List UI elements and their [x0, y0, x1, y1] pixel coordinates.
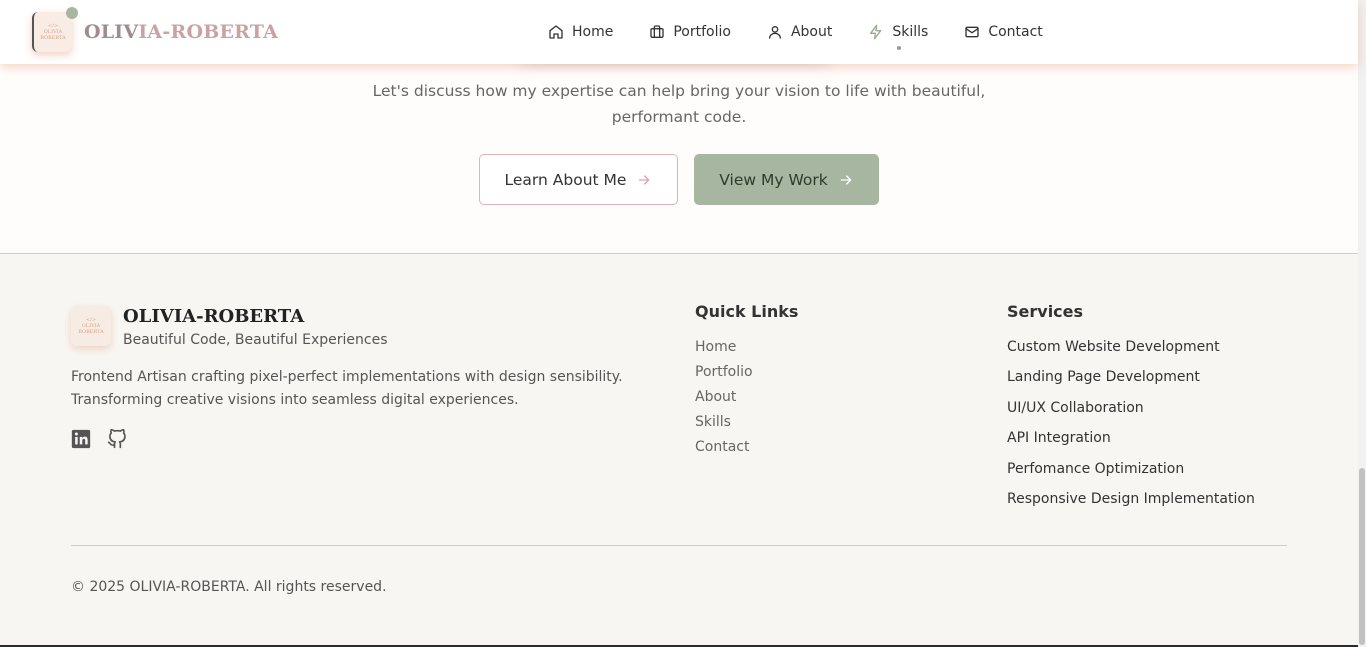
linkedin-icon[interactable] — [71, 429, 91, 449]
brand-name-part-a: OLIV — [84, 21, 139, 43]
nav-label-contact: Contact — [988, 24, 1043, 40]
service-item[interactable]: Landing Page Development — [1007, 362, 1255, 392]
footer-services: Services Custom Website Development Land… — [1007, 302, 1255, 514]
user-icon — [768, 26, 781, 39]
badge-line-2: ROBERTA — [40, 35, 66, 41]
service-item[interactable]: Custom Website Development — [1007, 332, 1255, 362]
learn-about-me-button[interactable]: Learn About Me — [479, 154, 678, 205]
main-nav: Home Portfolio About Skills Contact — [548, 18, 1043, 50]
cta-section: Let's discuss how my expertise can help … — [0, 38, 1358, 253]
footer-description-line-1: Frontend Artisan crafting pixel-perfect … — [71, 369, 623, 385]
nav-item-about[interactable]: About — [767, 18, 832, 46]
page: </> OLIVIA ROBERTA OLIVIA-ROBERTA Home P… — [0, 0, 1366, 647]
footer-brand-text: OLIVIA-ROBERTA Beautiful Code, Beautiful… — [123, 306, 388, 348]
nav-label-home: Home — [572, 24, 614, 40]
footer-link-home[interactable]: Home — [695, 335, 798, 360]
learn-about-me-label: Learn About Me — [504, 170, 627, 189]
nav-item-contact[interactable]: Contact — [964, 18, 1043, 46]
footer-badge-line-2: ROBERTA — [78, 329, 104, 335]
nav-item-home[interactable]: Home — [548, 18, 613, 46]
scrollbar-thumb[interactable] — [1359, 468, 1365, 645]
footer-tagline: Beautiful Code, Beautiful Experiences — [123, 332, 388, 348]
quick-links-title: Quick Links — [695, 302, 799, 321]
view-my-work-button[interactable]: View My Work — [694, 154, 879, 205]
nav-active-indicator — [897, 46, 902, 50]
footer-quick-links: Quick Links Home Portfolio About Skills … — [695, 302, 798, 460]
footer-social-links — [71, 429, 143, 449]
footer-brand-badge-logo: </> OLIVIA ROBERTA — [71, 306, 111, 346]
footer-divider — [71, 545, 1287, 546]
mail-icon — [965, 26, 979, 38]
nav-label-portfolio: Portfolio — [673, 24, 731, 40]
brand-name: OLIVIA-ROBERTA — [84, 21, 278, 43]
nav-item-skills[interactable]: Skills — [868, 18, 929, 50]
footer-brand: </> OLIVIA ROBERTA OLIVIA-ROBERTA Beauti… — [71, 306, 388, 348]
arrow-right-icon — [639, 174, 650, 185]
brand-logo-link[interactable]: </> OLIVIA ROBERTA OLIVIA-ROBERTA — [32, 7, 278, 52]
github-icon[interactable] — [107, 429, 127, 449]
home-icon — [549, 25, 563, 39]
footer-link-portfolio[interactable]: Portfolio — [695, 360, 798, 385]
service-item[interactable]: UI/UX Collaboration — [1007, 393, 1255, 423]
brand-badge-logo: </> OLIVIA ROBERTA — [32, 7, 78, 52]
page-scrollbar[interactable] — [1358, 0, 1366, 647]
site-header: </> OLIVIA ROBERTA OLIVIA-ROBERTA Home P… — [0, 0, 1358, 64]
footer-description: Frontend Artisan crafting pixel-perfect … — [71, 366, 631, 412]
nav-label-skills: Skills — [892, 24, 929, 40]
service-item[interactable]: Responsive Design Implementation — [1007, 484, 1255, 514]
footer-link-skills[interactable]: Skills — [695, 410, 798, 435]
brand-name-part-b: IA-ROBERTA — [138, 21, 279, 43]
copyright-text: © 2025 OLIVIA-ROBERTA. All rights reserv… — [71, 579, 387, 595]
service-item[interactable]: API Integration — [1007, 423, 1255, 453]
arrow-right-icon — [840, 174, 852, 185]
footer-brand-name: OLIVIA-ROBERTA — [123, 306, 305, 327]
footer-link-contact[interactable]: Contact — [695, 435, 798, 460]
view-my-work-label: View My Work — [719, 170, 828, 189]
nav-label-about: About — [790, 24, 833, 40]
site-footer: </> OLIVIA ROBERTA OLIVIA-ROBERTA Beauti… — [0, 253, 1358, 647]
service-item[interactable]: Perfomance Optimization — [1007, 454, 1255, 484]
services-title: Services — [1007, 302, 1084, 321]
nav-item-portfolio[interactable]: Portfolio — [649, 18, 731, 46]
footer-description-line-2: Transforming creative visions into seaml… — [71, 392, 519, 408]
cta-description: Let's discuss how my expertise can help … — [372, 82, 986, 126]
briefcase-icon — [650, 25, 665, 38]
brand-status-dot — [66, 7, 78, 19]
footer-link-about[interactable]: About — [695, 385, 798, 410]
lightning-icon — [870, 24, 882, 40]
